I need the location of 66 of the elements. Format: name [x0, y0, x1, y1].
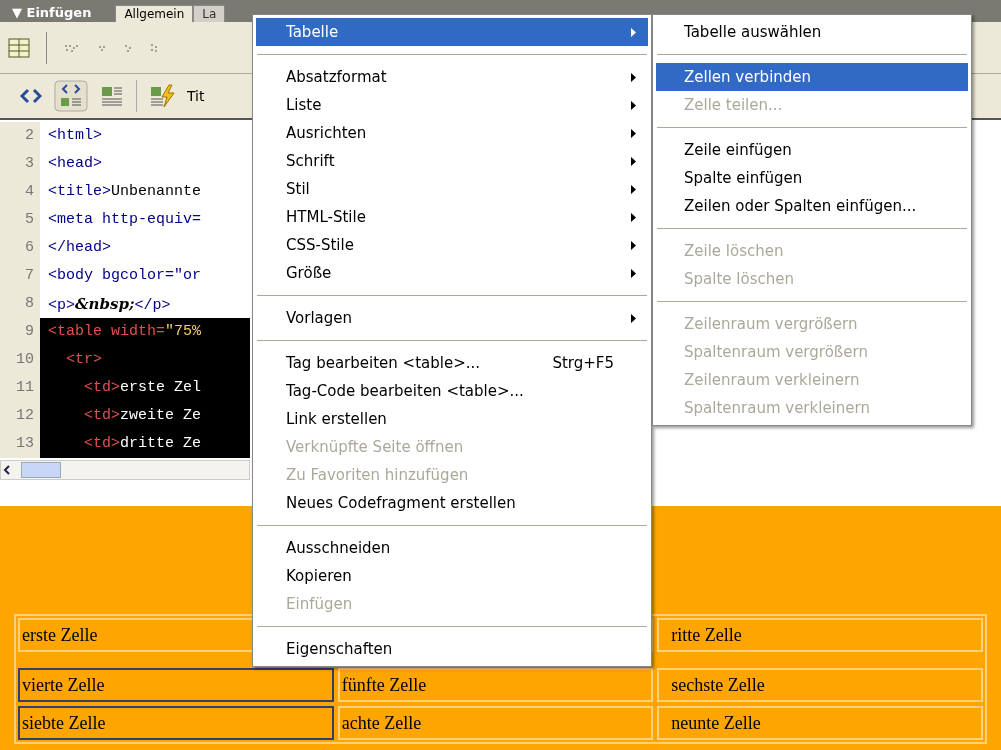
line-number: 4 [0, 178, 40, 206]
line-number: 9 [0, 318, 40, 346]
menu-item[interactable]: Zellen verbinden [656, 63, 968, 91]
panel-tab[interactable]: La [193, 5, 226, 22]
horizontal-scrollbar[interactable] [0, 460, 250, 480]
line-number: 11 [0, 374, 40, 402]
menu-item[interactable]: Liste [256, 91, 648, 119]
menu-item[interactable]: Kopieren [256, 562, 648, 590]
menu-item[interactable]: Spalte einfügen [656, 164, 968, 192]
table-cell[interactable]: neunte Zelle [657, 706, 983, 740]
scroll-left-icon[interactable] [1, 463, 13, 477]
line-number: 7 [0, 262, 40, 290]
line-number: 8 [0, 290, 40, 318]
line-number: 13 [0, 430, 40, 458]
table-cell[interactable]: siebte Zelle [18, 706, 334, 740]
submenu-arrow-icon [631, 128, 636, 138]
dotted-glyph-icon[interactable] [123, 42, 133, 53]
submenu-arrow-icon [631, 313, 636, 323]
menu-item[interactable]: Ausrichten [256, 119, 648, 147]
line-number: 12 [0, 402, 40, 430]
menu-item[interactable]: HTML-Stile [256, 203, 648, 231]
submenu-arrow-icon [631, 268, 636, 278]
menu-item[interactable]: Vorlagen [256, 304, 648, 332]
line-number: 2 [0, 122, 40, 150]
menu-item[interactable]: Zeilen oder Spalten einfügen... [656, 192, 968, 220]
shortcut-label: Strg+F5 [552, 352, 614, 374]
scrollbar-thumb[interactable] [21, 462, 61, 478]
submenu-arrow-icon [631, 156, 636, 166]
menu-item[interactable]: Stil [256, 175, 648, 203]
menu-item[interactable]: Tabelle auswählen [656, 18, 968, 46]
menu-item[interactable]: Absatzformat [256, 63, 648, 91]
split-view-icon[interactable] [54, 80, 88, 112]
line-number: 10 [0, 346, 40, 374]
submenu-arrow-icon [631, 240, 636, 250]
menu-item[interactable]: Tag bearbeiten <table>... Strg+F5 [256, 349, 648, 377]
table-cell[interactable]: ritte Zelle [657, 618, 983, 652]
line-number: 6 [0, 234, 40, 262]
table-cell[interactable]: achte Zelle [337, 706, 654, 740]
table-cell[interactable]: sechste Zelle [657, 668, 983, 702]
menu-item[interactable]: Zeile einfügen [656, 136, 968, 164]
design-view-icon[interactable] [100, 84, 124, 108]
menu-item[interactable]: Schrift [256, 147, 648, 175]
menu-item[interactable]: Tabelle [256, 18, 648, 46]
line-number: 3 [0, 150, 40, 178]
submenu-arrow-icon [631, 27, 636, 37]
menu-item[interactable]: Größe [256, 259, 648, 287]
table-cell[interactable]: fünfte Zelle [337, 668, 654, 702]
dotted-glyph-icon[interactable] [149, 42, 159, 53]
submenu-arrow-icon [631, 72, 636, 82]
dotted-glyph-icon[interactable] [63, 42, 81, 53]
title-label: Tit [187, 86, 205, 106]
submenu-arrow-icon [631, 184, 636, 194]
line-number: 5 [0, 206, 40, 234]
menu-item[interactable]: Neues Codefragment erstellen [256, 489, 648, 517]
table-cell[interactable]: vierte Zelle [18, 668, 334, 702]
submenu-arrow-icon [631, 212, 636, 222]
menu-item[interactable]: CSS-Stile [256, 231, 648, 259]
menu-item[interactable]: Link erstellen [256, 405, 648, 433]
code-view-icon[interactable] [20, 88, 42, 104]
menu-item[interactable]: Ausschneiden [256, 534, 648, 562]
table-icon[interactable] [8, 37, 30, 58]
panel-title[interactable]: ▼ Einfügen [12, 4, 92, 22]
live-view-icon[interactable] [149, 84, 175, 108]
menu-item[interactable]: Tag-Code bearbeiten <table>... [256, 377, 648, 405]
submenu-arrow-icon [631, 100, 636, 110]
panel-tab[interactable]: Allgemein [115, 5, 194, 22]
